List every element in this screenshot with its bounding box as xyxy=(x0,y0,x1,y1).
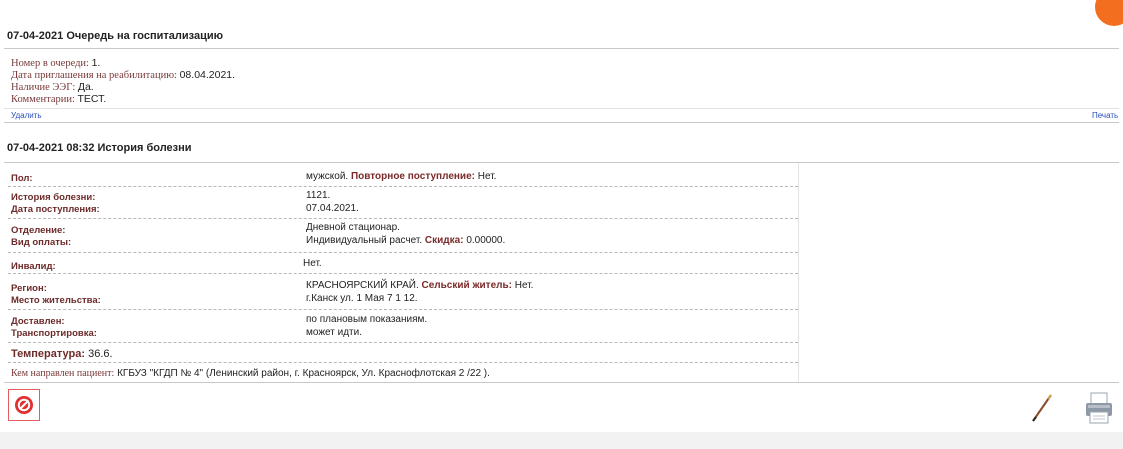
transport-value: может идти. xyxy=(306,327,362,338)
temperature-label: Температура: xyxy=(11,348,86,360)
divider xyxy=(8,218,798,219)
case-label: История болезни: xyxy=(11,192,96,203)
history-title: 07-04-2021 08:32 История болезни xyxy=(7,142,192,154)
temperature-row: Температура: 36.6. xyxy=(11,348,113,360)
divider xyxy=(8,362,798,363)
case-value: 1121. xyxy=(306,190,331,201)
divider xyxy=(8,273,798,274)
referral-row: Кем направлен пациент: КГБУЗ "КГДП № 4" … xyxy=(11,368,490,379)
region-label: Регион: xyxy=(11,283,47,294)
invitation-date-label: Дата приглашения на реабилитацию: xyxy=(11,70,177,81)
temperature-value: 36.6. xyxy=(88,348,113,360)
residence-value: г.Канск ул. 1 Мая 7 1 12. xyxy=(306,293,418,304)
discount-value: 0.00000. xyxy=(466,235,506,246)
divider xyxy=(4,162,1119,163)
referral-label: Кем направлен пациент: xyxy=(11,368,115,379)
referral-value: КГБУЗ "КГДП № 4" (Ленинский район, г. Кр… xyxy=(117,368,490,379)
divider-vertical xyxy=(798,163,799,383)
print-link[interactable]: Печать xyxy=(1092,111,1118,120)
cancel-icon xyxy=(15,396,33,414)
payment-label: Вид оплаты: xyxy=(11,237,72,248)
disabled-value: Нет. xyxy=(303,258,322,269)
region-row-value: КРАСНОЯРСКИЙ КРАЙ. Сельский житель: Нет. xyxy=(306,280,533,291)
comments-row: Комментарии: ТЕСТ. xyxy=(11,93,107,106)
department-label: Отделение: xyxy=(11,225,66,236)
payment-row-value: Индивидуальный расчет. Скидка: 0.00000. xyxy=(306,235,505,246)
divider xyxy=(8,309,798,310)
rural-value: Нет. xyxy=(514,280,534,291)
readmission-value: Нет. xyxy=(477,171,497,182)
notification-badge[interactable] xyxy=(1095,0,1123,26)
queue-number-label: Номер в очереди: xyxy=(11,58,89,69)
page: 07-04-2021 Очередь на госпитализацию Ном… xyxy=(0,0,1123,449)
invitation-date-value: 08.04.2021. xyxy=(179,69,236,81)
eeg-row: Наличие ЭЭГ: Да. xyxy=(11,81,94,94)
sex-value: мужской. xyxy=(306,171,349,182)
eeg-label: Наличие ЭЭГ: xyxy=(11,82,76,93)
comments-value: ТЕСТ. xyxy=(77,93,107,105)
sex-label: Пол: xyxy=(11,173,33,184)
payment-value: Индивидуальный расчет. xyxy=(306,235,423,246)
readmission-label: Повторное поступление: xyxy=(350,171,475,182)
comments-label: Комментарии: xyxy=(11,94,75,105)
divider xyxy=(8,342,798,343)
divider xyxy=(4,108,1119,109)
admission-label: Дата поступления: xyxy=(11,204,100,215)
delivered-value: по плановым показаниям. xyxy=(306,314,428,325)
invitation-date-row: Дата приглашения на реабилитацию: 08.04.… xyxy=(11,69,236,82)
footer-strip xyxy=(0,432,1123,449)
discount-label: Скидка: xyxy=(424,235,464,246)
edit-button[interactable] xyxy=(1030,392,1054,429)
department-value: Дневной стационар. xyxy=(306,222,400,233)
rural-label: Сельский житель: xyxy=(421,280,512,291)
delivered-label: Доставлен: xyxy=(11,316,65,327)
transport-label: Транспортировка: xyxy=(11,328,97,339)
eeg-value: Да. xyxy=(77,81,94,93)
disabled-label: Инвалид: xyxy=(11,261,56,272)
divider xyxy=(8,186,798,187)
residence-label: Место жительства: xyxy=(11,295,101,306)
divider xyxy=(4,48,1119,49)
queue-number-value: 1. xyxy=(91,57,101,69)
divider xyxy=(4,122,1119,123)
queue-title: 07-04-2021 Очередь на госпитализацию xyxy=(7,30,223,42)
printer-icon xyxy=(1086,392,1112,424)
sex-row-value: мужской. Повторное поступление: Нет. xyxy=(306,171,496,182)
pen-icon xyxy=(1032,394,1052,422)
divider xyxy=(4,382,1119,383)
queue-number-row: Номер в очереди: 1. xyxy=(11,57,101,70)
admission-value: 07.04.2021. xyxy=(306,203,359,214)
region-value: КРАСНОЯРСКИЙ КРАЙ. xyxy=(306,280,419,291)
divider xyxy=(8,252,798,253)
print-button[interactable] xyxy=(1084,391,1114,430)
cancel-button[interactable] xyxy=(8,389,40,421)
delete-link[interactable]: Удалить xyxy=(11,111,42,120)
